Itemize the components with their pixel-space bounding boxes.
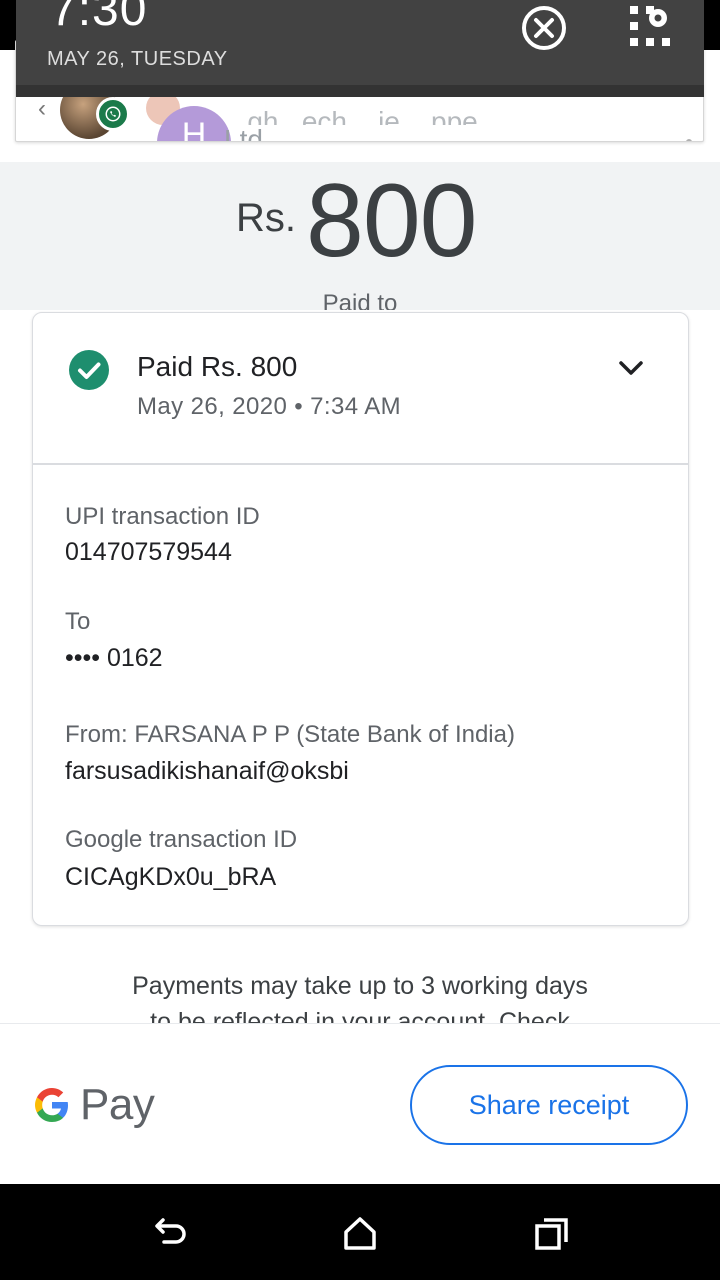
more-options-icon[interactable] bbox=[684, 139, 694, 141]
chevron-down-icon[interactable] bbox=[617, 357, 645, 379]
processing-note-line1: Payments may take up to 3 working days bbox=[132, 972, 588, 1000]
to-label: To bbox=[65, 608, 91, 635]
processing-note: Payments may take up to 3 working days t… bbox=[0, 968, 720, 1024]
from-label: From: FARSANA P P (State Bank of India) bbox=[65, 721, 515, 748]
gpay-logo: Pay bbox=[32, 1080, 155, 1130]
navigation-bar bbox=[0, 1184, 720, 1280]
amount-value: 800 bbox=[306, 163, 478, 279]
google-txn-id-label: Google transaction ID bbox=[65, 826, 298, 853]
recent-apps-icon[interactable] bbox=[532, 1214, 572, 1254]
share-receipt-button[interactable]: Share receipt bbox=[410, 1065, 688, 1145]
google-g-icon bbox=[35, 1088, 68, 1122]
amount-section: Rs. 800 Paid to bbox=[0, 162, 720, 310]
upi-id-label: UPI transaction ID bbox=[65, 503, 260, 530]
from-value: farsusadikishanaif@oksbi bbox=[65, 757, 349, 785]
bottom-action-bar: Pay Share receipt bbox=[0, 1023, 720, 1183]
paid-to-label: Paid to bbox=[322, 290, 398, 310]
processing-note-line2: to be reflected in your account. Check bbox=[150, 1008, 570, 1024]
transaction-summary[interactable]: Paid Rs. 800 May 26, 2020 • 7:34 AM bbox=[33, 313, 688, 465]
status-title: Paid Rs. 800 bbox=[137, 351, 298, 382]
transaction-card: Paid Rs. 800 May 26, 2020 • 7:34 AM UPI … bbox=[32, 312, 689, 926]
to-value: •••• 0162 bbox=[65, 644, 163, 672]
close-circle-icon[interactable] bbox=[520, 4, 568, 52]
whatsapp-icon bbox=[96, 97, 130, 131]
transaction-datetime: May 26, 2020 • 7:34 AM bbox=[137, 393, 402, 420]
check-circle-icon bbox=[68, 349, 110, 391]
back-arrow-icon[interactable]: ‹ bbox=[38, 97, 58, 121]
gpay-brand-text: Pay bbox=[80, 1080, 155, 1129]
merchant-name-line1: ...gh...ech ...ie ...ppe... bbox=[224, 107, 502, 125]
notification-shade: 7:30 MAY 26, TUESDAY bbox=[16, 0, 704, 97]
clock-time: 7:30 bbox=[50, 0, 148, 36]
clock-date: MAY 26, TUESDAY bbox=[47, 48, 228, 70]
google-txn-id-value: CICAgKDx0u_bRA bbox=[65, 863, 277, 891]
merchant-name: ...gh...ech ...ie ...ppe... Ltd bbox=[224, 107, 644, 142]
upi-id-value: 014707579544 bbox=[65, 538, 232, 566]
amount-currency: Rs. bbox=[236, 196, 296, 240]
home-icon[interactable] bbox=[340, 1214, 380, 1254]
back-icon[interactable] bbox=[150, 1214, 190, 1254]
settings-grid-icon[interactable] bbox=[628, 4, 672, 48]
merchant-name-line2: Ltd bbox=[224, 124, 263, 142]
